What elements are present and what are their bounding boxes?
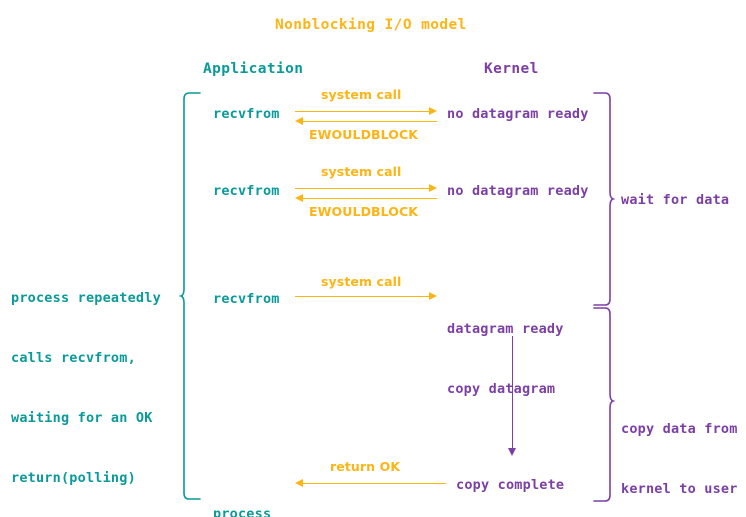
step-4-app-result-line-1: process xyxy=(213,506,272,517)
step-3-system-call-label: system call xyxy=(321,274,402,289)
step-3-request-arrow-line xyxy=(295,296,429,297)
column-header-kernel: Kernel xyxy=(484,61,539,77)
step-1-response-arrow-line xyxy=(303,121,437,122)
left-annotation-line-2: calls recvfrom, xyxy=(11,350,136,366)
step-2-system-call-label: system call xyxy=(321,164,402,179)
step-1-request-arrow-line xyxy=(295,111,429,112)
step-2-ewouldblock-label: EWOULDBLOCK xyxy=(309,204,419,219)
left-annotation-line-4: return(polling) xyxy=(11,470,136,486)
copy-data-brace xyxy=(592,307,616,507)
kernel-copy-arrow-line xyxy=(512,336,513,448)
step-1-ewouldblock-label: EWOULDBLOCK xyxy=(309,127,419,142)
step-2-kernel-state: no datagram ready xyxy=(447,183,589,199)
step-2-recvfrom-label: recvfrom xyxy=(213,183,280,199)
step-4-return-arrow-line xyxy=(303,483,446,484)
step-3-request-arrow-head xyxy=(429,291,437,300)
step-1-response-arrow-head xyxy=(295,116,303,125)
diagram-canvas: Nonblocking I/O model Application Kernel… xyxy=(0,0,746,517)
step-4-return-ok-label: return OK xyxy=(330,459,401,474)
step-1-request-arrow-head xyxy=(429,106,437,115)
step-4-return-arrow-head xyxy=(295,478,303,487)
right-annotation-copy-line-2: kernel to user xyxy=(621,481,738,497)
step-4-kernel-state: copy complete xyxy=(456,477,565,493)
step-1-system-call-label: system call xyxy=(321,87,402,102)
left-annotation: process repeatedly calls recvfrom, waiti… xyxy=(11,248,161,517)
right-annotation-copy-data: copy data from kernel to user xyxy=(621,379,738,517)
diagram-title: Nonblocking I/O model xyxy=(275,17,467,33)
step-3-kernel-state: datagram ready copy datagram xyxy=(447,279,564,439)
step-2-request-arrow-head xyxy=(429,183,437,192)
step-3-kernel-state-line-2: copy datagram xyxy=(447,381,556,397)
left-annotation-line-3: waiting for an OK xyxy=(11,410,153,426)
step-4-app-result: process datagram xyxy=(213,464,280,517)
step-2-response-arrow-head xyxy=(295,193,303,202)
left-annotation-line-1: process repeatedly xyxy=(11,290,161,306)
step-2-request-arrow-line xyxy=(295,188,429,189)
kernel-copy-arrow-head xyxy=(507,448,516,456)
wait-for-data-brace xyxy=(592,92,616,308)
step-1-kernel-state: no datagram ready xyxy=(447,106,589,122)
application-brace xyxy=(178,92,204,502)
step-3-kernel-state-line-1: datagram ready xyxy=(447,321,564,337)
step-1-recvfrom-label: recvfrom xyxy=(213,106,280,122)
step-3-recvfrom-label: recvfrom xyxy=(213,291,280,307)
right-annotation-wait-for-data: wait for data xyxy=(621,192,730,208)
column-header-application: Application xyxy=(203,61,304,77)
right-annotation-copy-line-1: copy data from xyxy=(621,421,738,437)
step-2-response-arrow-line xyxy=(303,198,437,199)
